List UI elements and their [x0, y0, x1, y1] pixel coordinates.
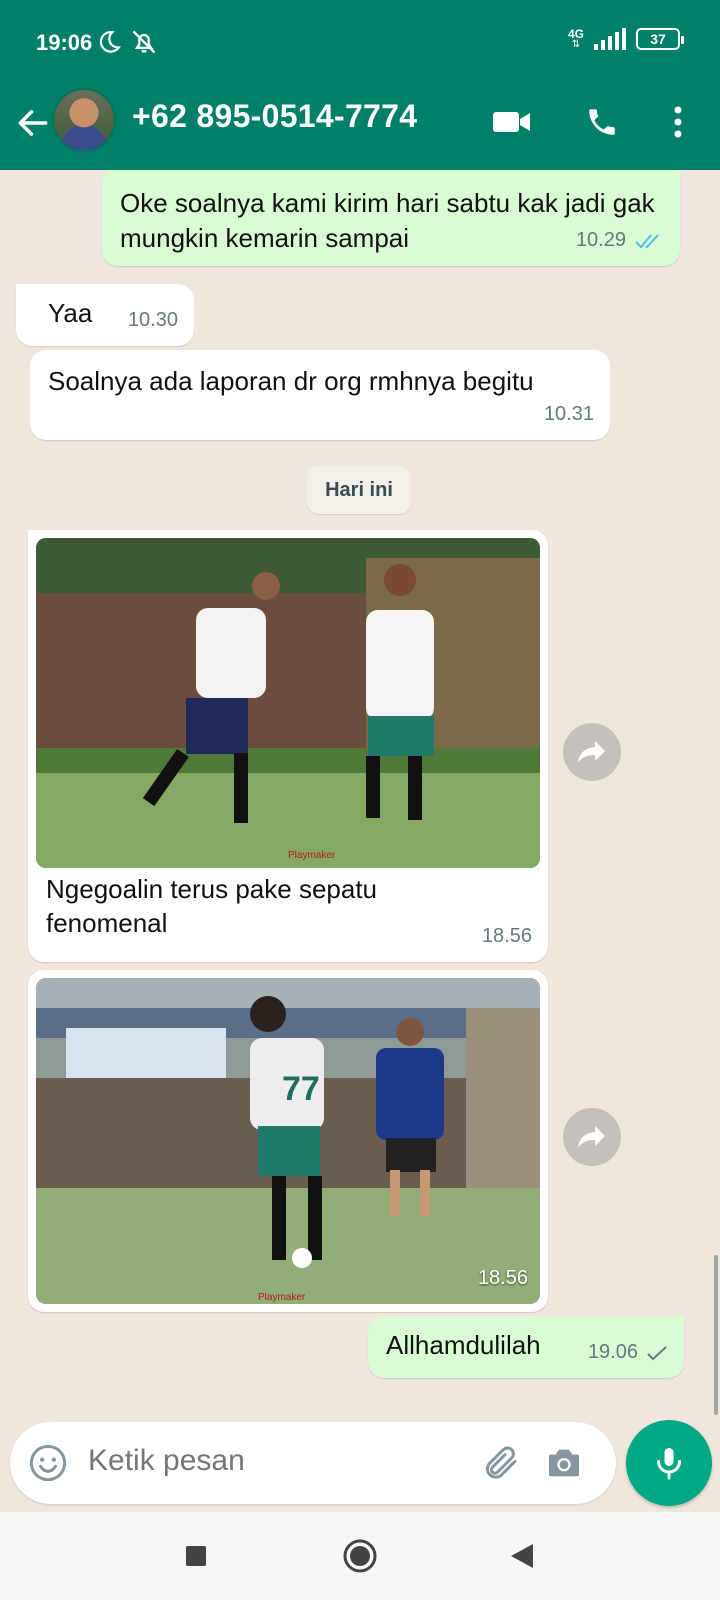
- emoji-button[interactable]: [26, 1441, 70, 1485]
- contact-name[interactable]: +62 895-0514-7774: [132, 98, 417, 135]
- mute-bell-icon: [132, 30, 156, 54]
- message-time: 19.06: [587, 1341, 638, 1363]
- camera-icon: [549, 1449, 579, 1477]
- avatar[interactable]: [52, 88, 116, 152]
- app-header: 19:06 4G ⇅ 37 +62 895-0514-7774: [0, 0, 720, 170]
- video-call-button[interactable]: [490, 100, 534, 144]
- image-message[interactable]: 77 Playmaker 18.56: [28, 970, 548, 1312]
- date-separator: Hari ini: [307, 466, 411, 514]
- message-time: 10.29: [575, 229, 626, 251]
- double-check-read-icon: [635, 233, 659, 248]
- message-time: 18.56: [481, 925, 532, 947]
- square-icon: [186, 1546, 206, 1566]
- message-meta: 10.29: [576, 223, 664, 258]
- back-button[interactable]: [14, 104, 52, 142]
- battery-icon: 37: [636, 28, 684, 50]
- camera-button[interactable]: [542, 1441, 586, 1485]
- back-nav-button[interactable]: [500, 1534, 544, 1578]
- voice-call-button[interactable]: [580, 100, 624, 144]
- scrollbar[interactable]: [714, 1255, 718, 1415]
- network-indicator: 4G ⇅: [568, 28, 584, 50]
- chat-app-bar: +62 895-0514-7774: [0, 88, 720, 170]
- message-input[interactable]: [88, 1444, 448, 1478]
- status-right: 4G ⇅ 37: [568, 28, 684, 50]
- message-meta: 18.56: [482, 919, 532, 954]
- home-button[interactable]: [338, 1534, 382, 1578]
- message-photo[interactable]: 77 Playmaker 18.56: [36, 978, 540, 1304]
- forward-button[interactable]: [563, 723, 621, 781]
- data-arrows-icon: ⇅: [571, 39, 581, 50]
- circle-home-icon: [343, 1539, 377, 1573]
- status-bar: 19:06 4G ⇅ 37: [0, 0, 720, 88]
- voice-record-button[interactable]: [626, 1420, 712, 1506]
- battery-level: 37: [650, 31, 666, 47]
- signal-icon: [594, 28, 626, 50]
- message-meta: 10.30: [128, 303, 178, 338]
- jersey-number: 77: [282, 1070, 320, 1108]
- message-incoming[interactable]: Soalnya ada laporan dr org rmhnya begitu…: [30, 350, 610, 440]
- message-composer: [10, 1422, 616, 1504]
- more-vertical-icon: [674, 106, 682, 138]
- image-message[interactable]: Playmaker Ngegoalin terus pake sepatu fe…: [28, 530, 548, 962]
- system-nav-bar: [0, 1512, 720, 1600]
- status-time: 19:06: [36, 30, 93, 55]
- forward-arrow-icon: [578, 741, 605, 763]
- more-options-button[interactable]: [656, 100, 700, 144]
- triangle-back-icon: [511, 1544, 533, 1568]
- image-caption: Ngegoalin terus pake sepatu fenomenal: [46, 874, 378, 938]
- status-icons: [96, 28, 158, 56]
- message-time: 10.31: [543, 403, 594, 425]
- photo-watermark: Playmaker: [258, 1292, 306, 1303]
- video-camera-icon: [493, 112, 530, 132]
- message-outgoing[interactable]: Allhamdulilah 19.06: [368, 1316, 684, 1378]
- back-arrow-icon: [18, 110, 48, 136]
- paperclip-icon: [486, 1446, 517, 1479]
- forward-arrow-icon: [578, 1126, 605, 1148]
- chat-messages[interactable]: Oke soalnya kami kirim hari sabtu kak ja…: [0, 170, 720, 1420]
- message-time: 18.56: [477, 1267, 528, 1289]
- soccer-photo-image: Playmaker: [36, 538, 540, 868]
- attach-button[interactable]: [478, 1441, 522, 1485]
- emoji-icon: [29, 1444, 67, 1482]
- soccer-photo-image: 77 Playmaker: [36, 978, 540, 1304]
- message-incoming[interactable]: Yaa 10.30: [16, 284, 194, 346]
- message-text: Soalnya ada laporan dr org rmhnya begitu: [48, 366, 534, 396]
- phone-icon: [589, 109, 615, 135]
- microphone-icon: [657, 1448, 681, 1480]
- message-meta: 10.31: [544, 397, 594, 432]
- photo-watermark: Playmaker: [288, 850, 336, 861]
- moon-icon: [99, 31, 121, 53]
- single-check-icon: [647, 1345, 667, 1360]
- message-time: 10.30: [127, 309, 178, 331]
- recents-button[interactable]: [174, 1534, 218, 1578]
- message-meta: 19.06: [588, 1335, 668, 1370]
- message-photo[interactable]: Playmaker: [36, 538, 540, 868]
- message-outgoing[interactable]: Oke soalnya kami kirim hari sabtu kak ja…: [102, 170, 680, 266]
- forward-button[interactable]: [563, 1108, 621, 1166]
